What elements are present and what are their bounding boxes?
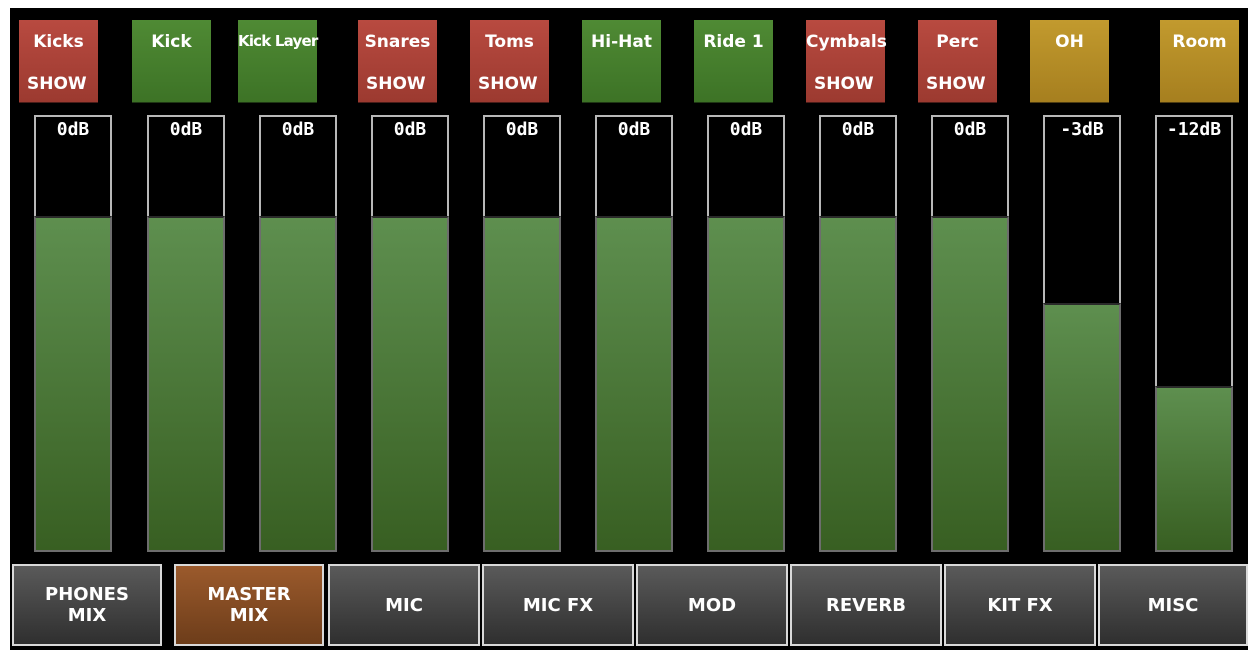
fader-ride-1[interactable]: 0dB bbox=[707, 115, 785, 552]
fader-level bbox=[259, 216, 337, 552]
db-readout: -3dB bbox=[1060, 119, 1104, 140]
tab-phones-mix[interactable]: PHONES MIX bbox=[12, 564, 162, 646]
fader-hi-hat[interactable]: 0dB bbox=[595, 115, 673, 552]
db-readout: -12dB bbox=[1166, 119, 1222, 140]
tab-mic[interactable]: MIC bbox=[328, 564, 480, 646]
fader-level bbox=[819, 216, 897, 552]
tab-label: MOD bbox=[687, 594, 737, 616]
channel-name: Toms bbox=[485, 32, 534, 52]
tab-reverb[interactable]: REVERB bbox=[790, 564, 942, 646]
db-readout: 0dB bbox=[841, 119, 875, 140]
fader-level bbox=[707, 216, 785, 552]
show-label: SHOW bbox=[478, 74, 538, 94]
fader-toms[interactable]: 0dB bbox=[483, 115, 561, 552]
tab-label: MIC FX bbox=[522, 594, 594, 616]
channel-name: Cymbals bbox=[806, 32, 887, 52]
db-readout: 0dB bbox=[729, 119, 763, 140]
tab-label: REVERB bbox=[826, 594, 906, 616]
tab-kit-fx[interactable]: KIT FX bbox=[944, 564, 1096, 646]
fader-cymbals[interactable]: 0dB bbox=[819, 115, 897, 552]
channel-header-room[interactable]: Room bbox=[1160, 20, 1239, 103]
channel-name: Snares bbox=[364, 32, 431, 52]
channel-header-kick[interactable]: Kick bbox=[132, 20, 211, 103]
tab-misc[interactable]: MISC bbox=[1098, 564, 1248, 646]
db-readout: 0dB bbox=[169, 119, 203, 140]
channel-name: Kick Layer bbox=[238, 32, 318, 50]
tab-label: MIC bbox=[385, 594, 423, 616]
db-readout: 0dB bbox=[505, 119, 539, 140]
fader-kick-layer[interactable]: 0dB bbox=[259, 115, 337, 552]
db-readout: 0dB bbox=[56, 119, 90, 140]
channel-header-ride-1[interactable]: Ride 1 bbox=[694, 20, 773, 103]
show-label: SHOW bbox=[926, 74, 986, 94]
fader-room[interactable]: -12dB bbox=[1155, 115, 1233, 552]
db-readout: 0dB bbox=[393, 119, 427, 140]
tab-mic-fx[interactable]: MIC FX bbox=[482, 564, 634, 646]
channel-header-kicks[interactable]: Kicks SHOW bbox=[19, 20, 98, 103]
fader-level bbox=[34, 216, 112, 552]
fader-oh[interactable]: -3dB bbox=[1043, 115, 1121, 552]
channel-header-cymbals[interactable]: Cymbals SHOW bbox=[806, 20, 887, 103]
fader-snares[interactable]: 0dB bbox=[371, 115, 449, 552]
fader-kicks[interactable]: 0dB bbox=[34, 115, 112, 552]
fader-level bbox=[371, 216, 449, 552]
tab-master-mix[interactable]: MASTER MIX bbox=[174, 564, 324, 646]
channel-name: Kicks bbox=[33, 32, 84, 52]
fader-level bbox=[483, 216, 561, 552]
channel-header-toms[interactable]: Toms SHOW bbox=[470, 20, 549, 103]
channel-name: OH bbox=[1055, 32, 1084, 52]
db-readout: 0dB bbox=[953, 119, 987, 140]
fader-level bbox=[595, 216, 673, 552]
channel-name: Ride 1 bbox=[703, 32, 764, 52]
fader-perc[interactable]: 0dB bbox=[931, 115, 1009, 552]
channel-name: Hi-Hat bbox=[591, 32, 652, 52]
tab-label: KIT FX bbox=[987, 594, 1053, 616]
fader-level bbox=[931, 216, 1009, 552]
mixer-screen: Kicks SHOW Kick Kick Layer Snares SHOW T… bbox=[10, 8, 1248, 650]
fader-kick[interactable]: 0dB bbox=[147, 115, 225, 552]
show-label: SHOW bbox=[366, 74, 426, 94]
fader-level bbox=[1043, 303, 1121, 552]
fader-level bbox=[147, 216, 225, 552]
tab-label: PHONES MIX bbox=[45, 584, 129, 626]
db-readout: 0dB bbox=[281, 119, 315, 140]
channel-header-oh[interactable]: OH bbox=[1030, 20, 1109, 103]
show-label: SHOW bbox=[27, 74, 87, 94]
channel-header-snares[interactable]: Snares SHOW bbox=[358, 20, 437, 103]
channel-name: Kick bbox=[151, 32, 192, 52]
db-readout: 0dB bbox=[617, 119, 651, 140]
channel-header-perc[interactable]: Perc SHOW bbox=[918, 20, 997, 103]
show-label: SHOW bbox=[814, 74, 874, 94]
tab-mod[interactable]: MOD bbox=[636, 564, 788, 646]
channel-name: Perc bbox=[936, 32, 979, 52]
channel-header-hi-hat[interactable]: Hi-Hat bbox=[582, 20, 661, 103]
fader-level bbox=[1155, 386, 1233, 552]
tab-label: MISC bbox=[1147, 594, 1199, 616]
channel-name: Room bbox=[1172, 32, 1227, 52]
channel-header-kick-layer[interactable]: Kick Layer bbox=[238, 20, 318, 103]
tab-label: MASTER MIX bbox=[207, 584, 291, 626]
